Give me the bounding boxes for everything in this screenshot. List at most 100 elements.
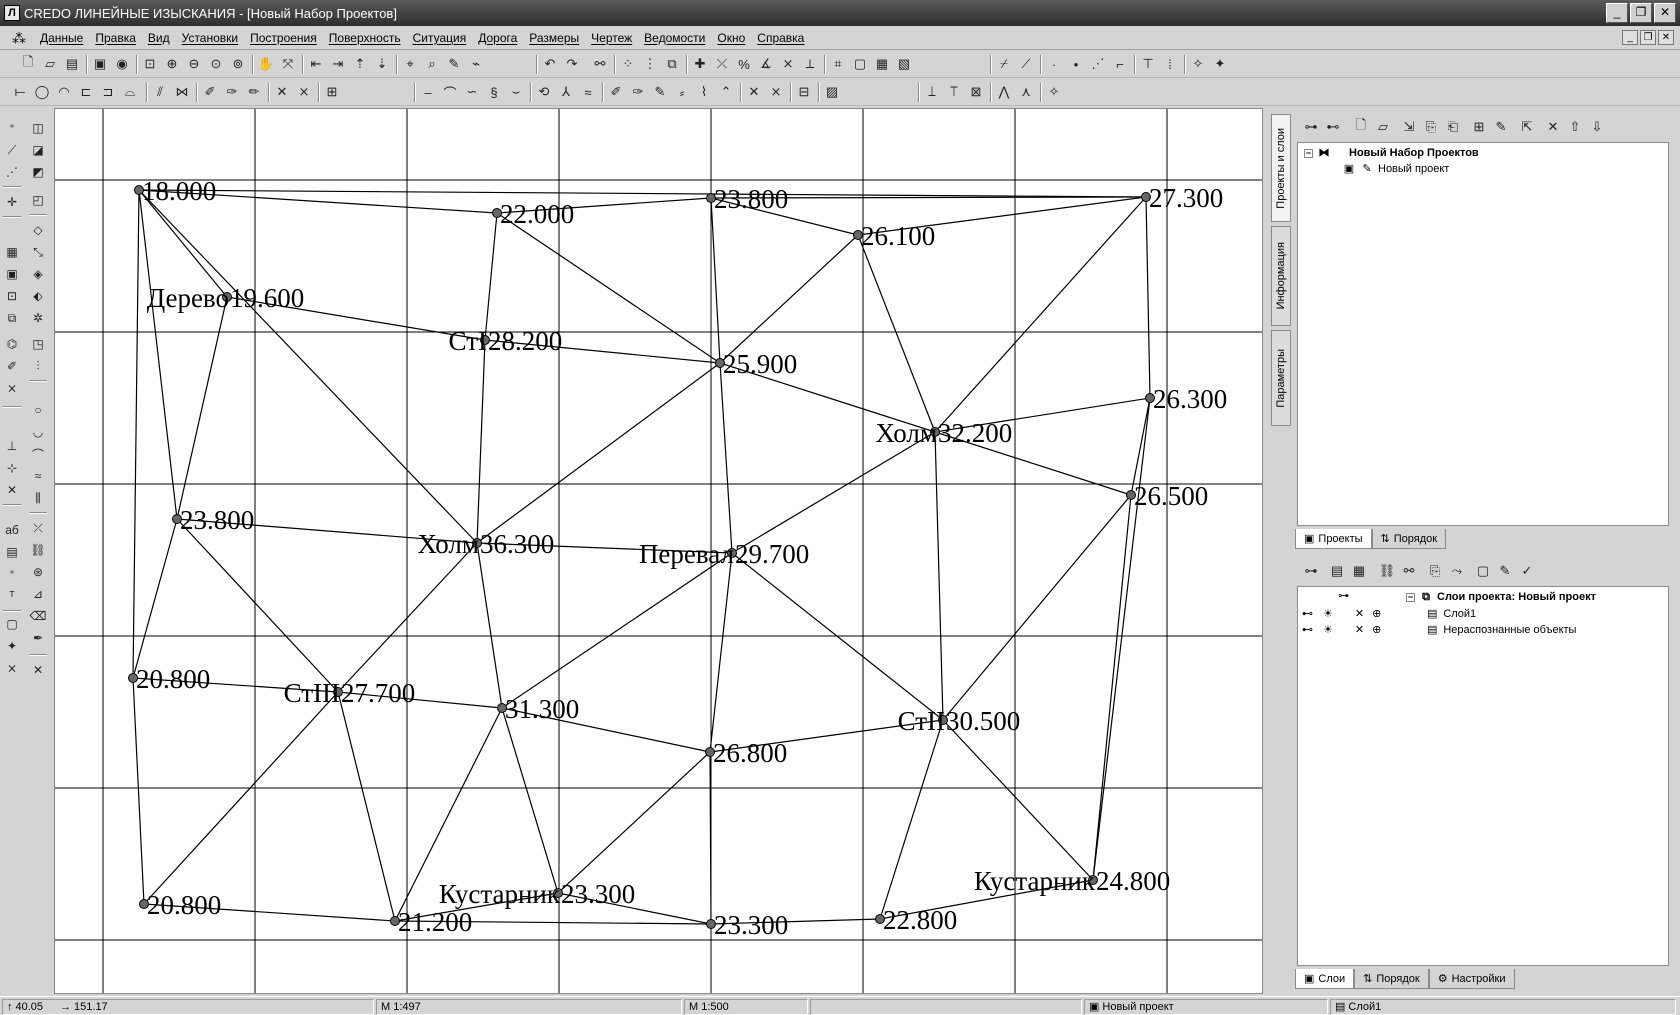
tab-information[interactable]: Информация [1271,226,1291,326]
scale-snap-icon[interactable]: ⊹ [2,458,22,478]
table-icon[interactable]: ▤ [2,542,22,562]
edit-b-icon[interactable]: ✑ [628,82,648,102]
mdi-close-button[interactable]: ✕ [1658,30,1674,45]
layer-unlink-icon[interactable]: ⚯ [1399,561,1419,581]
select-icon[interactable]: ⌖ [400,54,420,74]
profile-a-icon[interactable]: ⟘ [922,82,942,102]
delete-project-icon[interactable]: ✕ [1543,117,1563,137]
label-icon[interactable]: ⁺ [2,564,22,584]
paste-project-icon[interactable]: ⎗ [1443,117,1463,137]
tab-projects-layers[interactable]: Проекты и слои [1271,114,1291,222]
pen-tool-icon[interactable]: ✒ [28,628,48,648]
menu-dimensions[interactable]: Размеры [523,31,585,45]
hatch-icon[interactable]: ▨ [822,82,842,102]
layer-edit-icon[interactable]: ✎ [1495,561,1515,581]
layer-props-icon[interactable]: ▦ [1349,561,1369,581]
curve-tool-icon[interactable]: ⌒ [28,444,48,464]
layer-row[interactable]: ⊷ ☀ ✕ ⊕ ▤ Нераспознанные объекты [1302,623,1576,637]
fit-icon[interactable]: ⤧ [278,54,298,74]
offset-line-icon[interactable]: ⊏ [76,82,96,102]
menu-window[interactable]: Окно [711,31,751,45]
text-icon[interactable]: аб [2,520,22,540]
bar-chart-icon[interactable]: ⫶ [28,356,48,376]
mdi-minimize-button[interactable]: _ [1622,30,1638,45]
lock-cross-icon[interactable]: ✕ [1355,607,1364,620]
layer-row[interactable]: ⊷ ☀ ✕ ⊕ ▤ Слой1 [1302,607,1476,621]
tab-layers-order[interactable]: ⇅ Порядок [1354,969,1429,989]
open-file-icon[interactable]: ▱ [40,54,60,74]
tab-projects[interactable]: ▣ Проекты [1295,529,1372,549]
frame-icon[interactable]: ▣ [90,54,110,74]
pencil-icon[interactable]: ✏ [244,82,264,102]
visibility-icon[interactable]: ☀ [1323,623,1333,636]
dot-filled-icon[interactable]: • [1066,54,1086,74]
menu-situation[interactable]: Ситуация [407,31,473,45]
wave-tool-icon[interactable]: ≈ [28,466,48,486]
surface-edit-icon[interactable]: ✐ [2,356,22,376]
edit-f-icon[interactable]: ⌃ [716,82,736,102]
new-project-icon[interactable]: 🗋 [1351,117,1371,137]
arc-tool-icon[interactable]: ◡ [28,422,48,442]
mountain-b-icon[interactable]: ⋏ [1016,82,1036,102]
edit-object-icon[interactable]: ✎ [444,54,464,74]
join-line-icon[interactable]: ⋈ [172,82,192,102]
tab-layer-settings[interactable]: ⚙ Настройки [1428,969,1515,989]
zoom-out-icon[interactable]: ⊖ [184,54,204,74]
area-copy-icon[interactable]: ⧉ [2,308,22,328]
snap-target-icon[interactable]: ⊕ [1372,623,1381,636]
layer-new-icon[interactable]: ⊶ [1301,561,1321,581]
align-icon[interactable]: ⊤ [1138,54,1158,74]
rhombus-edit-icon[interactable]: ◈ [28,264,48,284]
point-line-icon[interactable]: ⟋ [2,140,22,160]
distribute-icon[interactable]: ⁞ [1160,54,1180,74]
redo-icon[interactable]: ↷ [562,54,582,74]
fillet-icon[interactable]: ⌓ [120,82,140,102]
pin-tool-icon[interactable]: ⊛ [28,562,48,582]
bars-tool-icon[interactable]: ⫼ [28,488,48,508]
status-layer[interactable]: ▤ Слой1 [1330,999,1676,1015]
rhombus-split-icon[interactable]: ◳ [28,334,48,354]
tree-expand-icon[interactable]: ⊶ [1301,117,1321,137]
copy-project-icon[interactable]: ⎘ [1421,117,1441,137]
point-snap-icon[interactable]: ✛ [2,192,22,212]
layer-move-icon[interactable]: ⤳ [1447,561,1467,581]
eraser-tool-icon[interactable]: ⌫ [28,606,48,626]
edit-a-icon[interactable]: ✐ [606,82,626,102]
edit-d-icon[interactable]: ⸗ [672,82,692,102]
delete-segment-icon[interactable]: ⨯ [294,82,314,102]
zoom-window-icon[interactable]: ⊡ [140,54,160,74]
rename-icon[interactable]: ✎ [1491,117,1511,137]
dot-line-icon[interactable]: ⋰ [1088,54,1108,74]
menu-constructions[interactable]: Построения [244,31,323,45]
move-up-project-icon[interactable]: ⇧ [1565,117,1585,137]
collapse-toggle-icon[interactable]: − [1304,148,1313,158]
measure-tool-icon[interactable]: ⊿ [28,584,48,604]
point-dot-icon[interactable]: ⋰ [2,162,22,182]
menu-data[interactable]: Данные [34,31,89,45]
minimize-button[interactable]: _ [1606,3,1628,23]
pan-icon[interactable]: ✋ [256,54,276,74]
close-button[interactable]: ✕ [1654,3,1676,23]
ruler-icon[interactable]: ⊞ [322,82,342,102]
menu-settings[interactable]: Установки [176,31,244,45]
scale-bar-icon[interactable]: ⊥ [2,436,22,456]
measure-icon[interactable]: ⌗ [828,54,848,74]
rhombus-star-icon[interactable]: ✲ [28,308,48,328]
rhombus-delete-icon[interactable]: ⤡ [28,242,48,262]
move-up-icon[interactable]: ⇡ [350,54,370,74]
rhombus-fill-icon[interactable]: ⬖ [28,286,48,306]
export-icon[interactable]: ⇱ [1517,117,1537,137]
menu-edit[interactable]: Правка [89,31,142,45]
point-offset-icon[interactable]: ⤫ [712,54,732,74]
s-curve-icon[interactable]: § [484,82,504,102]
frame-snap-icon[interactable]: ✦ [2,636,22,656]
brush-icon[interactable]: ⌁ [466,54,486,74]
surface-delete-icon[interactable]: ⨯ [2,378,22,398]
dot-icon[interactable]: · [1044,54,1064,74]
snap-target-icon[interactable]: ⊕ [1372,607,1381,620]
edit-c-icon[interactable]: ✎ [650,82,670,102]
clothoid-icon[interactable]: ⌣ [506,82,526,102]
import-icon[interactable]: ⇲ [1399,117,1419,137]
tree-project-row[interactable]: ▣ ✎ Новый проект [1342,163,1450,175]
open-project-icon[interactable]: ▱ [1373,117,1393,137]
